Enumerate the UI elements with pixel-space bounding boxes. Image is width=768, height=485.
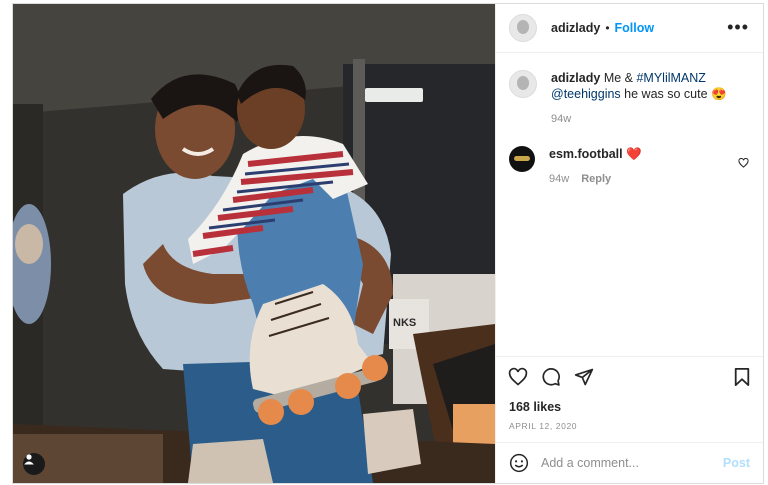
add-comment-bar: Add a comment... Post (496, 442, 763, 483)
add-comment-input[interactable]: Add a comment... (541, 456, 723, 470)
caption-mention[interactable]: @teehiggins (551, 87, 621, 101)
author-username[interactable]: adizlady (551, 21, 600, 35)
caption-username[interactable]: adizlady (551, 71, 600, 85)
share-send-icon[interactable] (574, 367, 594, 387)
person-icon (24, 454, 34, 465)
author-avatar[interactable] (509, 14, 537, 42)
post-date[interactable]: APRIL 12, 2020 (509, 421, 577, 431)
post-header: adizlady • Follow ••• (496, 4, 763, 53)
caption-text-after: he was so cute 😍 (624, 87, 727, 101)
follow-button[interactable]: Follow (615, 21, 655, 35)
comment-text: ❤️ (626, 147, 642, 161)
instagram-post: NKS adizlady • Follow ••• adizlady Me & … (12, 3, 764, 484)
emoji-smiley-icon[interactable] (509, 453, 529, 473)
like-comment-heart-icon[interactable] (738, 158, 749, 168)
save-bookmark-icon[interactable] (733, 367, 751, 387)
photo-illustration: NKS (13, 4, 495, 483)
comment-bubble-icon[interactable] (541, 367, 561, 387)
separator-dot: • (605, 21, 610, 35)
caption-avatar[interactable] (509, 70, 537, 98)
comment-item: esm.football ❤️ 94w Reply (509, 146, 749, 187)
photo-sign-text: NKS (393, 317, 416, 329)
post-details-panel: adizlady • Follow ••• adizlady Me & #MYl… (495, 4, 763, 483)
caption-text-before: Me & (603, 71, 633, 85)
reply-button[interactable]: Reply (581, 173, 611, 185)
commenter-username[interactable]: esm.football (549, 147, 623, 161)
caption: adizlady Me & #MYlilMANZ @teehiggins he … (509, 70, 749, 127)
post-photo[interactable]: NKS (13, 4, 495, 483)
action-bar (496, 356, 763, 397)
comment-time[interactable]: 94w (549, 173, 569, 185)
like-heart-icon[interactable] (508, 367, 528, 387)
more-options-icon[interactable]: ••• (727, 18, 749, 36)
tag-user-button[interactable] (23, 453, 45, 475)
caption-time[interactable]: 94w (551, 113, 571, 125)
commenter-avatar[interactable] (509, 146, 535, 172)
post-comment-button[interactable]: Post (723, 456, 750, 470)
caption-hashtag[interactable]: #MYlilMANZ (636, 71, 705, 85)
likes-count[interactable]: 168 likes (509, 400, 561, 414)
